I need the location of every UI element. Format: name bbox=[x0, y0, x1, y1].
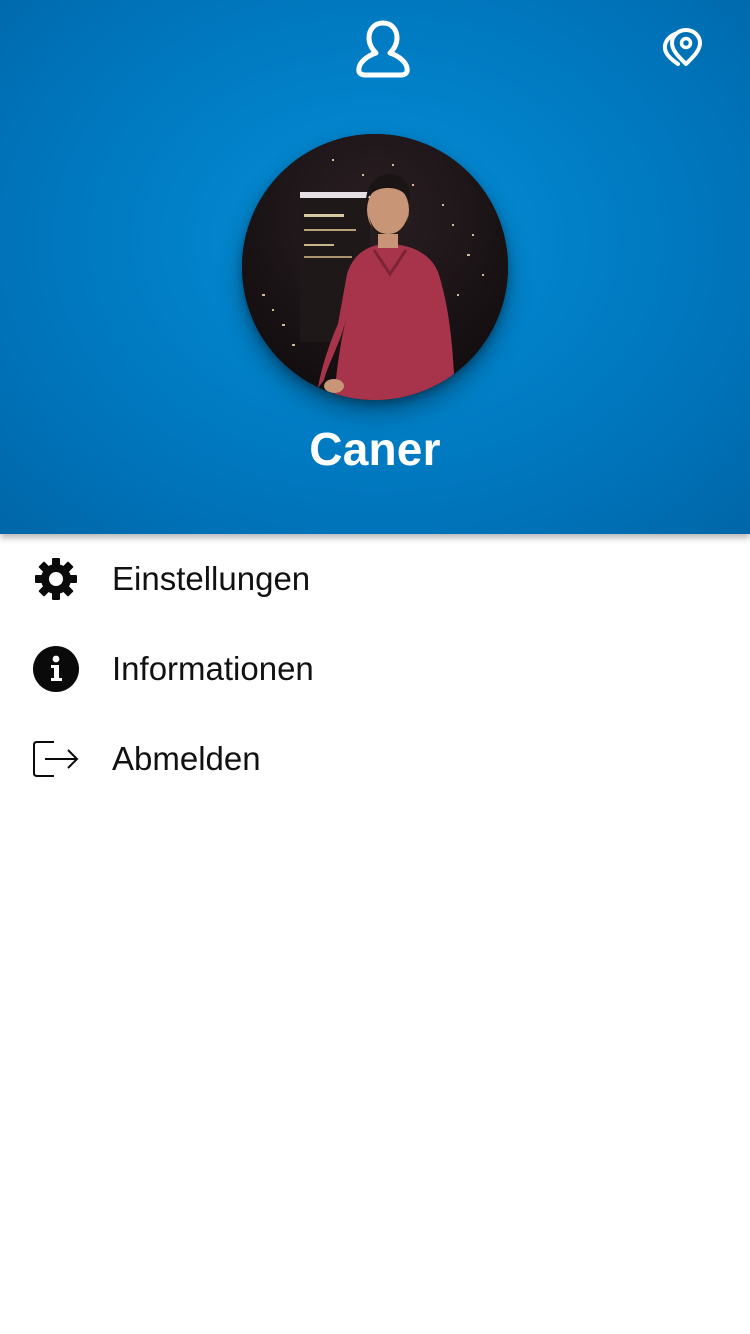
profile-header: Caner bbox=[0, 0, 750, 534]
info-icon bbox=[32, 645, 80, 693]
avatar[interactable] bbox=[242, 134, 508, 400]
gear-icon bbox=[32, 555, 80, 603]
user-name: Caner bbox=[309, 423, 441, 475]
menu-item-abmelden[interactable]: Abmelden bbox=[0, 714, 750, 804]
menu-item-label: Informationen bbox=[112, 650, 314, 687]
logout-icon bbox=[32, 735, 80, 783]
location-pin-icon[interactable] bbox=[660, 26, 704, 68]
menu-item-label: Abmelden bbox=[112, 740, 261, 777]
user-outline-icon[interactable] bbox=[354, 18, 412, 78]
menu-item-label: Einstellungen bbox=[112, 560, 311, 597]
menu-item-einstellungen[interactable]: Einstellungen bbox=[0, 534, 750, 624]
menu-item-informationen[interactable]: Informationen bbox=[0, 624, 750, 714]
